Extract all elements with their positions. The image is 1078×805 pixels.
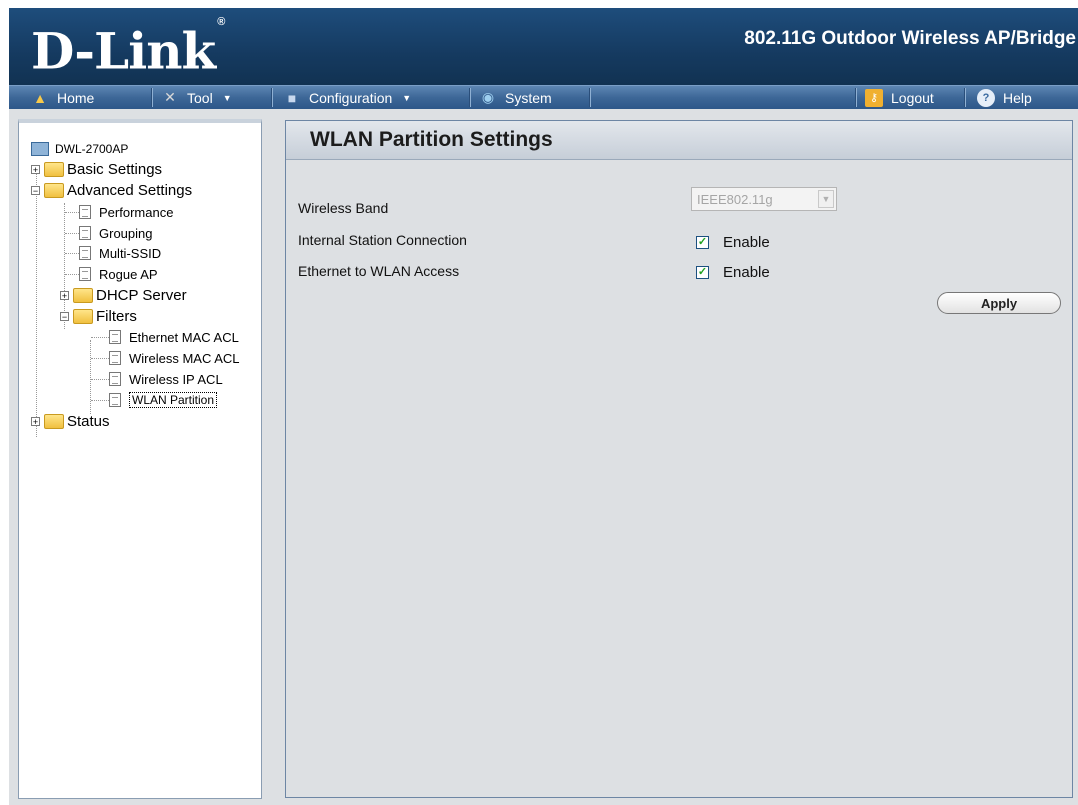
- tree-dhcp-server-label: DHCP Server: [96, 286, 187, 304]
- tree-root[interactable]: DWL-2700AP: [31, 139, 128, 159]
- wireless-band-label: Wireless Band: [298, 200, 389, 216]
- tree-item-rogue-ap[interactable]: Rogue AP: [79, 264, 158, 284]
- tree-status-label: Status: [67, 412, 110, 430]
- logo-text: D-Link: [31, 21, 216, 81]
- tree-item-multi-ssid[interactable]: Multi-SSID: [79, 243, 161, 263]
- internal-station-option: Enable: [723, 234, 770, 251]
- app-frame: D-Link ® 802.11G Outdoor Wireless AP/Brid…: [9, 8, 1078, 805]
- key-icon: ⚷: [865, 88, 883, 107]
- product-title: 802.11G Outdoor Wireless AP/Bridge: [744, 28, 1076, 49]
- eth-wlan-checkbox[interactable]: ✓: [696, 266, 709, 279]
- page-icon: [109, 351, 121, 365]
- tree-item-wireless-mac-acl-label: Wireless MAC ACL: [129, 350, 240, 366]
- tree-item-wlan-partition-label: WLAN Partition: [129, 392, 218, 408]
- page-icon: [79, 246, 91, 260]
- page-icon: [79, 205, 91, 219]
- collapse-icon[interactable]: −: [60, 311, 69, 321]
- tree-item-wlan-partition[interactable]: WLAN Partition: [109, 390, 218, 410]
- menu-home[interactable]: ▲ Home: [31, 86, 94, 109]
- menu-system-label: System: [505, 89, 552, 106]
- tool-icon: ✕: [164, 89, 176, 105]
- tree-item-multi-ssid-label: Multi-SSID: [99, 245, 162, 261]
- help-icon: ?: [977, 88, 995, 107]
- expand-icon[interactable]: +: [31, 164, 40, 174]
- tree-root-label: DWL-2700AP: [55, 142, 129, 156]
- menu-system[interactable]: ◉ System: [479, 86, 552, 109]
- page-icon: [109, 330, 121, 344]
- menu-tool[interactable]: ✕ Tool ▼: [161, 86, 232, 109]
- folder-icon: [73, 287, 93, 303]
- navigation-tree-panel: DWL-2700AP + Basic Settings − Advanced S…: [18, 119, 262, 799]
- menu-bar: ▲ Home ✕ Tool ▼ ■ Configuration ▼ ◉ Syst…: [9, 85, 1078, 109]
- internal-station-enable[interactable]: ✓ Enable: [696, 234, 770, 251]
- save-disk-icon: ■: [287, 89, 297, 106]
- page-icon: [79, 267, 91, 281]
- menu-configuration-label: Configuration: [309, 89, 393, 106]
- menu-home-label: Home: [57, 89, 95, 106]
- eth-wlan-option: Enable: [723, 264, 770, 281]
- tree-basic-settings[interactable]: + Basic Settings: [31, 159, 162, 179]
- menu-logout-label: Logout: [891, 89, 934, 106]
- page-icon: [109, 393, 121, 407]
- registered-mark: ®: [217, 16, 225, 28]
- wireless-band-value: IEEE802.11g: [697, 191, 773, 207]
- settings-panel: WLAN Partition Settings Wireless Band IE…: [285, 120, 1073, 798]
- expand-icon[interactable]: +: [60, 290, 69, 300]
- computer-icon: [31, 142, 49, 156]
- tree-advanced-settings-label: Advanced Settings: [67, 181, 193, 199]
- tree-dhcp-server[interactable]: + DHCP Server: [60, 285, 187, 305]
- collapse-icon[interactable]: −: [31, 185, 40, 195]
- header-bar: D-Link ® 802.11G Outdoor Wireless AP/Brid…: [9, 8, 1078, 85]
- tree-item-rogue-ap-label: Rogue AP: [99, 266, 158, 282]
- tree-filters-label: Filters: [96, 307, 137, 325]
- menu-configuration[interactable]: ■ Configuration ▼: [283, 86, 411, 109]
- chevron-down-icon: ▼: [222, 92, 232, 103]
- internal-station-label: Internal Station Connection: [298, 232, 467, 248]
- folder-icon: [44, 413, 64, 429]
- expand-icon[interactable]: +: [31, 416, 40, 426]
- tree-basic-settings-label: Basic Settings: [67, 160, 163, 178]
- tree-item-grouping[interactable]: Grouping: [79, 223, 152, 243]
- tree-item-grouping-label: Grouping: [99, 225, 153, 241]
- folder-open-icon: [44, 182, 64, 198]
- eth-wlan-label: Ethernet to WLAN Access: [298, 263, 460, 279]
- panel-title-bar: WLAN Partition Settings: [286, 121, 1072, 160]
- tree-filters[interactable]: − Filters: [60, 306, 137, 326]
- folder-open-icon: [73, 308, 93, 324]
- chevron-down-icon: ▼: [402, 92, 412, 103]
- page-icon: [79, 226, 91, 240]
- tree-item-wireless-ip-acl-label: Wireless IP ACL: [129, 371, 223, 387]
- menu-help-label: Help: [1003, 89, 1032, 106]
- folder-icon: [44, 161, 64, 177]
- menu-logout[interactable]: ⚷ Logout: [865, 86, 934, 109]
- chevron-down-icon: ▼: [818, 190, 834, 208]
- tree-item-ethernet-mac-acl[interactable]: Ethernet MAC ACL: [109, 327, 239, 347]
- menu-tool-label: Tool: [187, 89, 213, 106]
- internal-station-checkbox[interactable]: ✓: [696, 236, 709, 249]
- tree-item-wireless-ip-acl[interactable]: Wireless IP ACL: [109, 369, 223, 389]
- wireless-band-select[interactable]: IEEE802.11g ▼: [691, 187, 837, 211]
- tree-item-ethernet-mac-acl-label: Ethernet MAC ACL: [129, 329, 239, 345]
- home-icon: ▲: [33, 89, 47, 106]
- apply-button[interactable]: Apply: [937, 292, 1061, 314]
- page-title: WLAN Partition Settings: [310, 128, 553, 151]
- tree-item-performance-label: Performance: [99, 204, 174, 220]
- dlink-logo: D-Link ®: [31, 16, 225, 81]
- tree-advanced-settings[interactable]: − Advanced Settings: [31, 180, 192, 200]
- tree-item-wireless-mac-acl[interactable]: Wireless MAC ACL: [109, 348, 240, 368]
- page-icon: [109, 372, 121, 386]
- tree-item-performance[interactable]: Performance: [79, 202, 173, 222]
- eth-wlan-enable[interactable]: ✓ Enable: [696, 264, 770, 281]
- system-icon: ◉: [481, 89, 495, 105]
- menu-help[interactable]: ? Help: [977, 86, 1032, 109]
- tree-status[interactable]: + Status: [31, 411, 110, 431]
